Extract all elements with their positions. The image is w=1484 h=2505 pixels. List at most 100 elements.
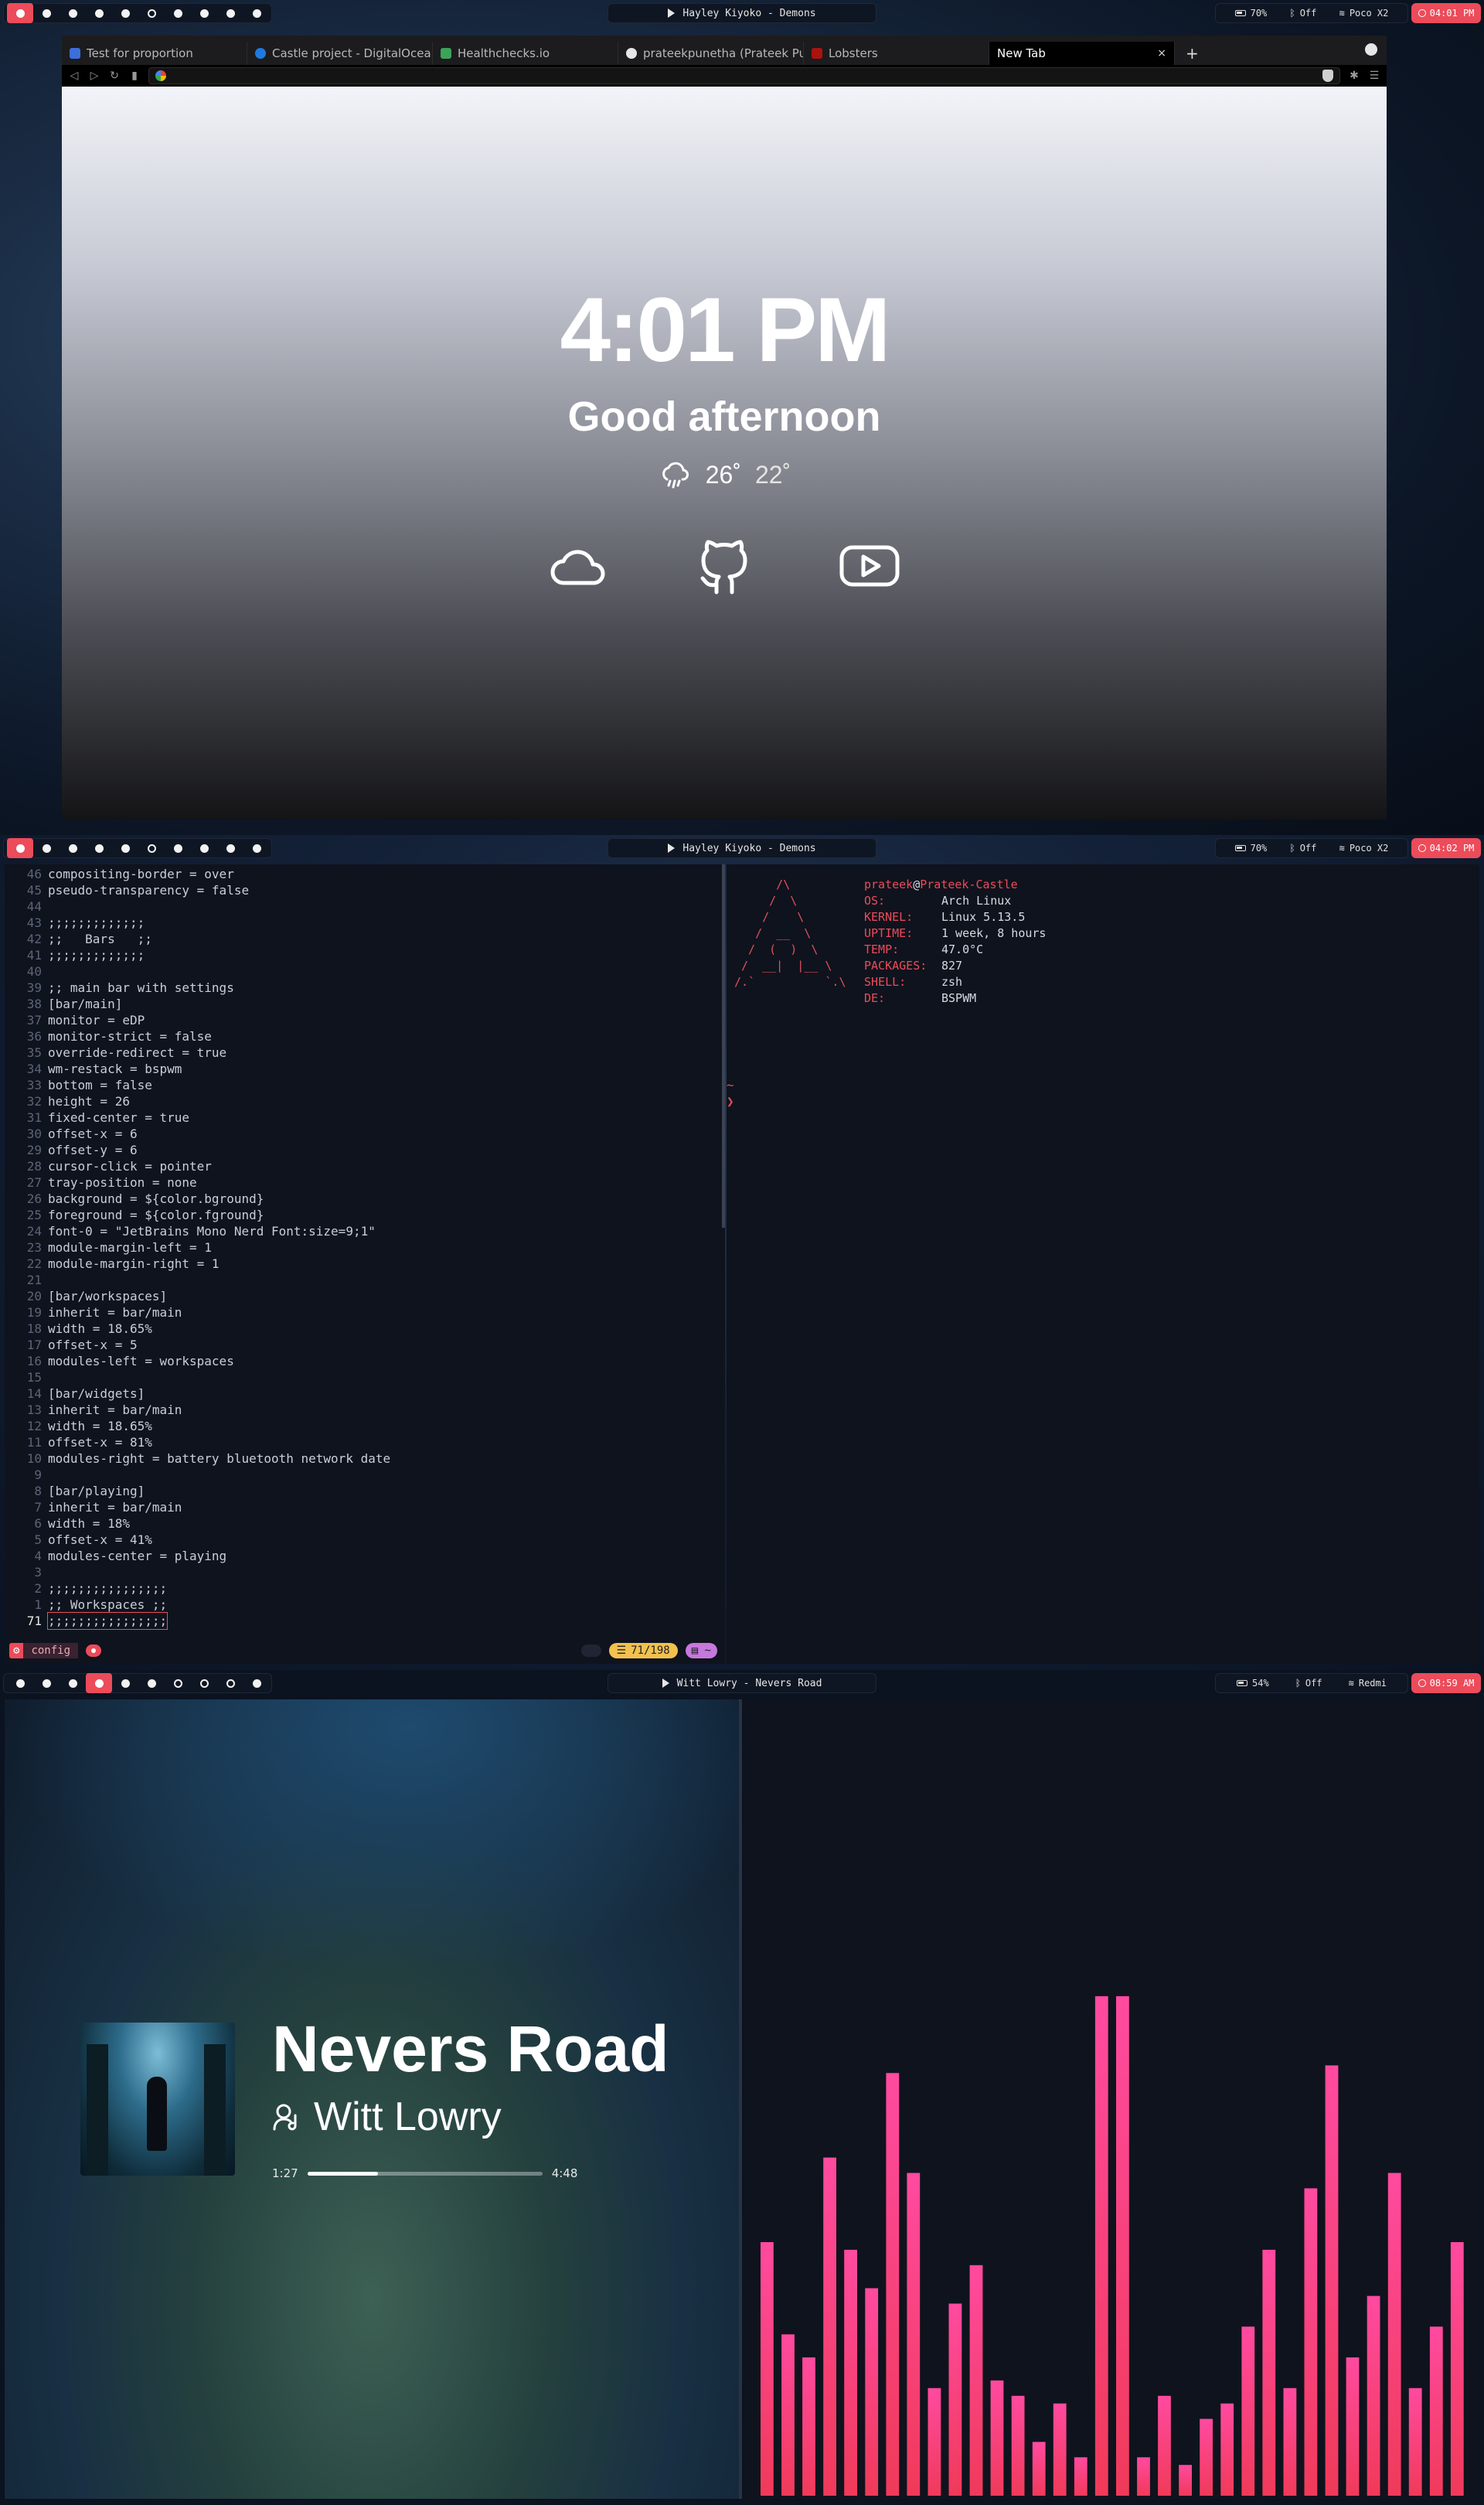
workspace-10[interactable] [243,3,270,23]
workspace-6[interactable] [138,3,165,23]
wifi-widget[interactable]: ≋ Poco X2 [1339,843,1389,854]
forward-icon[interactable]: ▷ [88,70,100,82]
workspace-7[interactable] [165,838,191,858]
workspace-7[interactable] [165,3,191,23]
workspace-3[interactable] [60,838,86,858]
workspace-1[interactable] [7,1673,33,1693]
account-icon[interactable] [1365,43,1377,56]
editor-window[interactable]: 46 compositing-border = over 45 pseudo-tran… [5,864,725,1664]
line-number: 23 [26,1240,42,1255]
workspace-4[interactable] [86,3,112,23]
battery-widget[interactable]: 70% [1234,8,1267,19]
workspace-3[interactable] [60,1673,86,1693]
bluetooth-widget[interactable]: ᛒ Off [1289,843,1316,854]
visualizer-bar [802,2357,815,2496]
now-playing[interactable]: Hayley Kiyoko - Demons [608,838,876,858]
tab-new-tab[interactable]: New Tab × [989,42,1175,65]
progress-bar[interactable] [307,2171,543,2176]
workspace-3[interactable] [60,3,86,23]
workspace-5[interactable] [112,838,138,858]
code-line: 19 inherit = bar/main [15,1304,390,1321]
visualizer-bar [969,2265,983,2496]
now-playing[interactable]: Witt Lowry - Nevers Road [608,1673,876,1693]
workspace-4[interactable] [86,1673,112,1693]
line-number: 2 [34,1581,42,1596]
quick-link-cloud[interactable] [548,535,610,597]
visualizer-bar [1137,2457,1150,2496]
battery-widget[interactable]: 70% [1234,843,1267,854]
tab-strip: Test for proportion Castle project - Dig… [62,36,1387,65]
workspace-9[interactable] [217,838,243,858]
git-indicator [580,1644,601,1657]
address-bar[interactable] [148,67,1340,84]
now-playing[interactable]: Hayley Kiyoko - Demons [608,3,876,23]
shell-prompt[interactable]: ~ ❯ [727,1077,734,1109]
code-line: 14 [bar/widgets] [15,1385,390,1402]
brave-shield-icon[interactable] [1322,70,1333,82]
quick-link-github[interactable] [695,535,754,597]
workspace-1[interactable] [7,3,33,23]
bluetooth-widget[interactable]: ᛒ Off [1289,8,1316,19]
tab-lobsters[interactable]: Lobsters [804,42,989,65]
artist-name: Witt Lowry [314,2094,502,2139]
code-line: 38 [bar/main] [15,996,390,1012]
reload-icon[interactable]: ↻ [108,70,121,82]
wifi-widget[interactable]: ≋ Redmi [1349,1678,1387,1689]
workspace-9[interactable] [217,1673,243,1693]
bluetooth-widget[interactable]: ᛒ Off [1295,1678,1322,1689]
url-input[interactable] [172,70,1316,82]
workspace-8[interactable] [191,1673,217,1693]
workspace-4[interactable] [86,838,112,858]
terminal-window[interactable]: /\ / \ / \ / __ \ / ( ) \ / __| |__ \ /.… [727,864,1479,1664]
workspace-7[interactable] [165,1673,191,1693]
user-host: prateek @ Prateek-Castle [864,878,1018,891]
audio-visualizer [744,1699,1479,2499]
tab-test-for-proportion[interactable]: Test for proportion [62,42,247,65]
code-line: 16 modules-left = workspaces [15,1353,390,1369]
workspace-5[interactable] [112,3,138,23]
workspace-dot-icon [252,1679,261,1688]
code-line: 30 offset-x = 6 [15,1126,390,1142]
new-tab-button[interactable]: + [1175,42,1210,65]
battery-icon [1237,1680,1247,1686]
tab-digitalocean[interactable]: Castle project - DigitalOcean [247,42,433,65]
workspace-2[interactable] [33,838,60,858]
workspace-6[interactable] [138,838,165,858]
back-icon[interactable]: ◁ [68,70,80,82]
line-text: [bar/main] [48,997,123,1011]
clock-widget[interactable]: 04:01 PM [1411,3,1481,23]
workspace-9[interactable] [217,3,243,23]
battery-widget[interactable]: 54% [1237,1678,1269,1689]
workspace-10[interactable] [243,838,270,858]
workspace-10[interactable] [243,1673,270,1693]
quick-links [548,535,900,597]
quick-link-youtube[interactable] [839,535,900,597]
close-tab-icon[interactable]: × [1157,47,1166,60]
extensions-icon[interactable]: ✱ [1348,70,1360,82]
workspace-8[interactable] [191,3,217,23]
line-number: 4 [34,1549,42,1563]
tab-healthchecks[interactable]: Healthchecks.io [433,42,618,65]
workspace-2[interactable] [33,3,60,23]
tab-github[interactable]: prateekpunetha (Prateek Punetha) [618,42,804,65]
workspace-6[interactable] [138,1673,165,1693]
bookmark-icon[interactable]: ▮ [128,70,141,82]
code-line: 44 [15,898,390,915]
workspace-8[interactable] [191,838,217,858]
scrollbar[interactable] [722,864,725,1228]
workspace-5[interactable] [112,1673,138,1693]
menu-icon[interactable]: ☰ [1368,70,1380,82]
line-text: offset-y = 6 [48,1143,138,1157]
line-text: ;; Bars ;; [48,932,152,946]
workspace-2[interactable] [33,1673,60,1693]
workspace-1[interactable] [7,838,33,858]
statusline: ⚙ config ☰ 71/198 ▤ ~ [9,1642,717,1659]
workspace-dot-icon [68,844,77,853]
clock-widget[interactable]: 08:59 AM [1411,1673,1481,1693]
wifi-widget[interactable]: ≋ Poco X2 [1339,8,1389,19]
line-text: height = 26 [48,1094,130,1109]
code-buffer[interactable]: 46 compositing-border = over 45 pseudo-tran… [15,866,390,1630]
mode-indicator-icon [86,1644,102,1657]
clock-icon [1418,9,1426,17]
clock-widget[interactable]: 04:02 PM [1411,838,1481,858]
